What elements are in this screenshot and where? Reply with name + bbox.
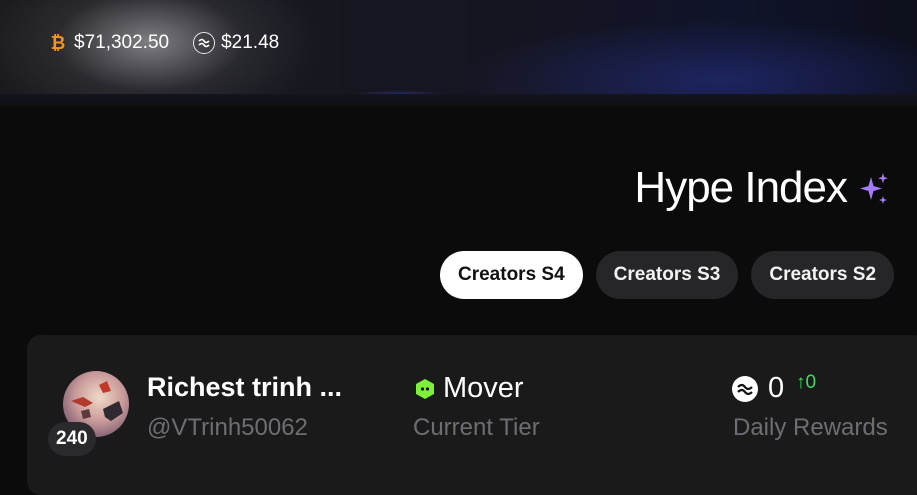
price-ticker: ₿ $71,302.50 $21.48 xyxy=(48,30,279,56)
btc-price-value: $71,302.50 xyxy=(74,32,170,53)
arrow-up-icon: ↑ xyxy=(796,372,806,393)
bitcoin-icon: ₿ xyxy=(50,32,66,53)
rewards-caption: Daily Rewards xyxy=(733,414,888,441)
rewards-delta-value: 0 xyxy=(805,372,817,393)
banner-divider xyxy=(0,94,917,106)
page-title: Hype Index xyxy=(634,162,889,214)
user-name[interactable]: Richest trinh ... xyxy=(147,372,342,403)
tier-caption: Current Tier xyxy=(413,414,540,441)
season-tabs: Creators S4 Creators S3 Creators S2 xyxy=(440,251,907,299)
btc-price: ₿ $71,302.50 xyxy=(48,32,169,54)
tab-creators-s3[interactable]: Creators S3 xyxy=(595,251,739,299)
sui-token-icon xyxy=(732,375,758,402)
tier-name: Mover xyxy=(443,372,524,404)
sui-price-value: $21.48 xyxy=(221,32,280,53)
user-handle: @VTrinh50062 xyxy=(147,414,308,441)
tier-info: Mover xyxy=(415,372,524,405)
sui-icon xyxy=(193,32,216,54)
sparkle-icon xyxy=(860,173,888,204)
tab-creators-s2[interactable]: Creators S2 xyxy=(751,251,895,299)
daily-rewards: 0 xyxy=(732,372,784,405)
sui-price: $21.48 xyxy=(193,32,279,54)
rewards-delta: ↑0 xyxy=(796,372,816,394)
rank-badge: 240 xyxy=(48,422,96,456)
hexagon-icon xyxy=(416,378,434,399)
page-title-text: Hype Index xyxy=(634,163,848,212)
rewards-value: 0 xyxy=(768,372,785,404)
tab-creators-s4[interactable]: Creators S4 xyxy=(440,251,583,299)
